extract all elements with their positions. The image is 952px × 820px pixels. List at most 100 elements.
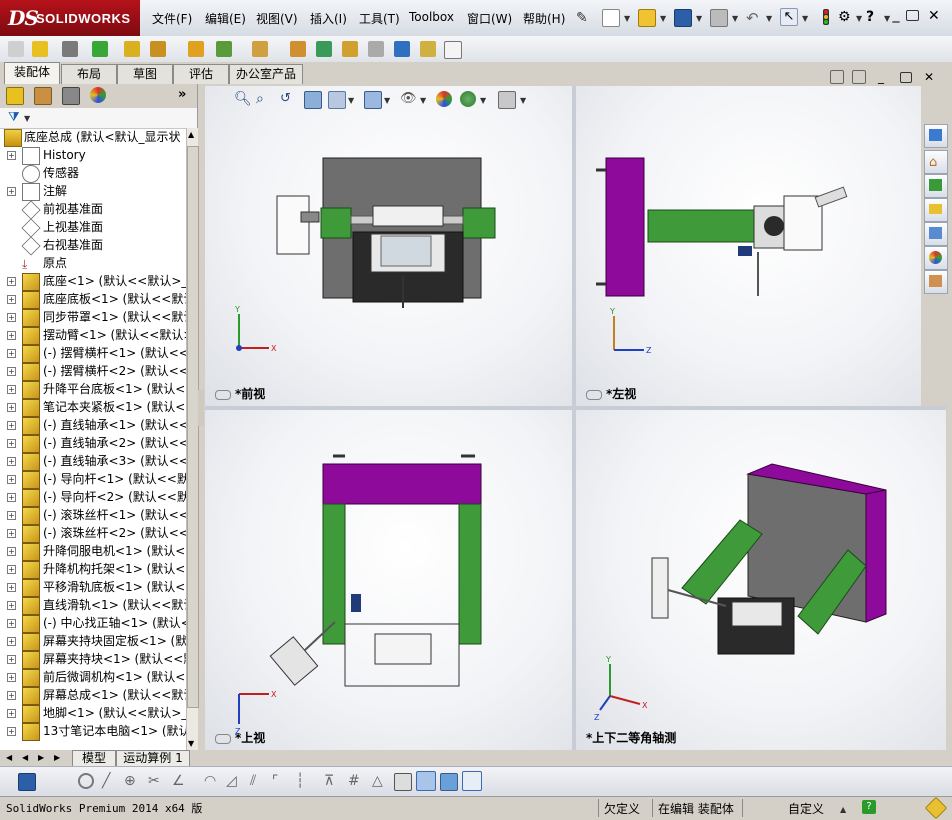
zoom-to-fit-icon[interactable]: 🔍︎: [234, 91, 252, 107]
tab-layout[interactable]: 布局: [61, 64, 117, 84]
interference-detection-icon[interactable]: [394, 41, 410, 57]
tree-item-22[interactable]: + 升降伺服电机<1> (默认<<: [0, 542, 186, 561]
expand-toggle-icon[interactable]: +: [7, 547, 16, 556]
edit-appearance-icon[interactable]: [436, 91, 452, 107]
expand-toggle-icon[interactable]: +: [7, 619, 16, 628]
angle-tool-icon[interactable]: ∠: [172, 773, 188, 789]
solidworks-logo[interactable]: DS SOLIDWORKS: [0, 0, 140, 36]
expand-toggle-icon[interactable]: +: [7, 475, 16, 484]
hide-show-dropdown-icon[interactable]: ▼: [420, 96, 426, 105]
chamfer-tool-icon[interactable]: ◿: [226, 773, 242, 789]
dotted-line-icon[interactable]: ┆: [296, 773, 312, 789]
new-part-icon[interactable]: [32, 41, 48, 57]
tree-item-25[interactable]: + 直线滑轨<1> (默认<<默认: [0, 596, 186, 615]
undo-icon[interactable]: ↶: [746, 9, 762, 27]
filter-dropdown-icon[interactable]: ▼: [24, 114, 30, 123]
previous-view-icon[interactable]: ↺: [280, 91, 296, 107]
task-pane-resources-icon[interactable]: [924, 124, 948, 148]
horizontal-splitter[interactable]: [205, 406, 946, 410]
new-motion-study-icon[interactable]: [290, 41, 306, 57]
expand-toggle-icon[interactable]: +: [7, 691, 16, 700]
show-hidden-icon[interactable]: [188, 41, 204, 57]
open-folder-icon[interactable]: [638, 9, 656, 27]
tree-item-2[interactable]: + 注解: [0, 182, 186, 201]
tree-item-29[interactable]: + 前后微调机构<1> (默认<<: [0, 668, 186, 687]
mate-icon[interactable]: [62, 41, 78, 57]
menu-toolbox[interactable]: Toolbox: [409, 10, 454, 24]
tree-item-3[interactable]: 前视基准面: [0, 200, 186, 220]
corner-tool-icon[interactable]: ⌜: [272, 773, 288, 789]
menu-window[interactable]: 窗口(W): [467, 10, 512, 27]
view-settings-icon[interactable]: [498, 91, 516, 109]
tree-item-20[interactable]: + (-) 滚珠丝杆<1> (默认<<: [0, 506, 186, 525]
display-style-dropdown-icon[interactable]: ▼: [384, 96, 390, 105]
expand-toggle-icon[interactable]: +: [7, 493, 16, 502]
expand-toggle-icon[interactable]: +: [7, 385, 16, 394]
status-help-icon[interactable]: ?: [862, 800, 876, 814]
last-tab-arrow-icon[interactable]: ▶: [54, 753, 60, 762]
viewport-minimize-icon[interactable]: _: [878, 70, 894, 86]
menu-tools[interactable]: 工具(T): [359, 10, 400, 27]
centerpoint-icon[interactable]: ⊕: [124, 773, 140, 789]
expand-toggle-icon[interactable]: +: [7, 277, 16, 286]
tab-sketch[interactable]: 草图: [117, 64, 173, 84]
scroll-down-icon[interactable]: ▼: [188, 739, 194, 748]
expand-toggle-icon[interactable]: +: [7, 187, 16, 196]
feature-manager-tree-icon[interactable]: [6, 87, 24, 105]
dimension-icon[interactable]: ⊼: [324, 773, 340, 789]
scroll-thumb[interactable]: [187, 146, 199, 708]
menu-help[interactable]: 帮助(H): [523, 10, 565, 27]
filter-funnel-icon[interactable]: ⧩: [8, 110, 24, 126]
tab-motion-study[interactable]: 运动算例 1: [116, 750, 190, 767]
status-units[interactable]: 自定义: [788, 800, 824, 817]
tag-icon[interactable]: [924, 796, 948, 820]
tree-item-18[interactable]: + (-) 导向杆<1> (默认<<默: [0, 470, 186, 489]
expand-toggle-icon[interactable]: +: [7, 709, 16, 718]
first-tab-arrow-icon[interactable]: ◀: [6, 753, 12, 762]
viewport-isometric[interactable]: Y X Z *上下二等角轴测: [576, 410, 946, 750]
vertical-splitter[interactable]: [572, 86, 576, 750]
tree-item-24[interactable]: + 平移滑轨底板<1> (默认<<: [0, 578, 186, 597]
tree-item-root[interactable]: 底座总成 (默认<默认_显示状: [0, 128, 186, 147]
print-icon[interactable]: [710, 9, 728, 27]
view-cube-icon[interactable]: [440, 773, 458, 791]
offset-tool-icon[interactable]: ◠: [204, 773, 220, 789]
tab-evaluate[interactable]: 评估: [173, 64, 229, 84]
menu-file[interactable]: 文件(F): [152, 10, 192, 27]
tree-item-28[interactable]: + 屏幕夹持块<1> (默认<<默: [0, 650, 186, 669]
menu-edit[interactable]: 编辑(E): [205, 10, 246, 27]
tree-item-19[interactable]: + (-) 导向杆<2> (默认<<默: [0, 488, 186, 507]
select-arrow-icon[interactable]: ↖: [780, 8, 798, 26]
configuration-manager-icon[interactable]: [62, 87, 80, 105]
tree-item-27[interactable]: + 屏幕夹持块固定板<1> (默: [0, 632, 186, 651]
shaded-cube-icon[interactable]: [416, 771, 436, 791]
units-dropdown-icon[interactable]: ▲: [840, 805, 846, 814]
tree-item-5[interactable]: 右视基准面: [0, 236, 186, 256]
smart-fasteners-icon[interactable]: [124, 41, 140, 57]
tree-item-32[interactable]: +13寸笔记本电脑<1> (默认: [0, 722, 186, 741]
expand-toggle-icon[interactable]: +: [7, 637, 16, 646]
viewport-left[interactable]: Y Z *左视: [576, 86, 921, 406]
tree-item-30[interactable]: + 屏幕总成<1> (默认<<默认: [0, 686, 186, 705]
new-dropdown-icon[interactable]: ▼: [624, 14, 630, 23]
grid-icon[interactable]: #: [348, 773, 364, 789]
display-style-icon[interactable]: [364, 91, 382, 109]
options-dropdown-icon[interactable]: ▼: [856, 14, 862, 23]
tree-item-7[interactable]: + 底座<1> (默认<<默认>_显: [0, 272, 186, 291]
restore-icon[interactable]: [906, 10, 919, 21]
tree-item-31[interactable]: + 地脚<1> (默认<<默认>_显: [0, 704, 186, 723]
save-dropdown-icon[interactable]: ▼: [696, 14, 702, 23]
tree-item-4[interactable]: 上视基准面: [0, 218, 186, 238]
tree-item-26[interactable]: + (-) 中心找正轴<1> (默认<: [0, 614, 186, 633]
task-pane-design-library-icon[interactable]: [924, 174, 948, 198]
expand-toggle-icon[interactable]: +: [7, 439, 16, 448]
linear-pattern-icon[interactable]: [92, 41, 108, 57]
viewport-close-icon[interactable]: ✕: [924, 70, 940, 86]
expand-toggle-icon[interactable]: +: [7, 727, 16, 736]
expand-toggle-icon[interactable]: +: [7, 331, 16, 340]
reference-geometry-icon[interactable]: [252, 41, 268, 57]
rebuild-traffic-light-icon[interactable]: [818, 9, 834, 25]
open-dropdown-icon[interactable]: ▼: [660, 14, 666, 23]
minimize-icon[interactable]: _: [888, 7, 904, 23]
viewport-restore-icon[interactable]: [900, 72, 912, 83]
